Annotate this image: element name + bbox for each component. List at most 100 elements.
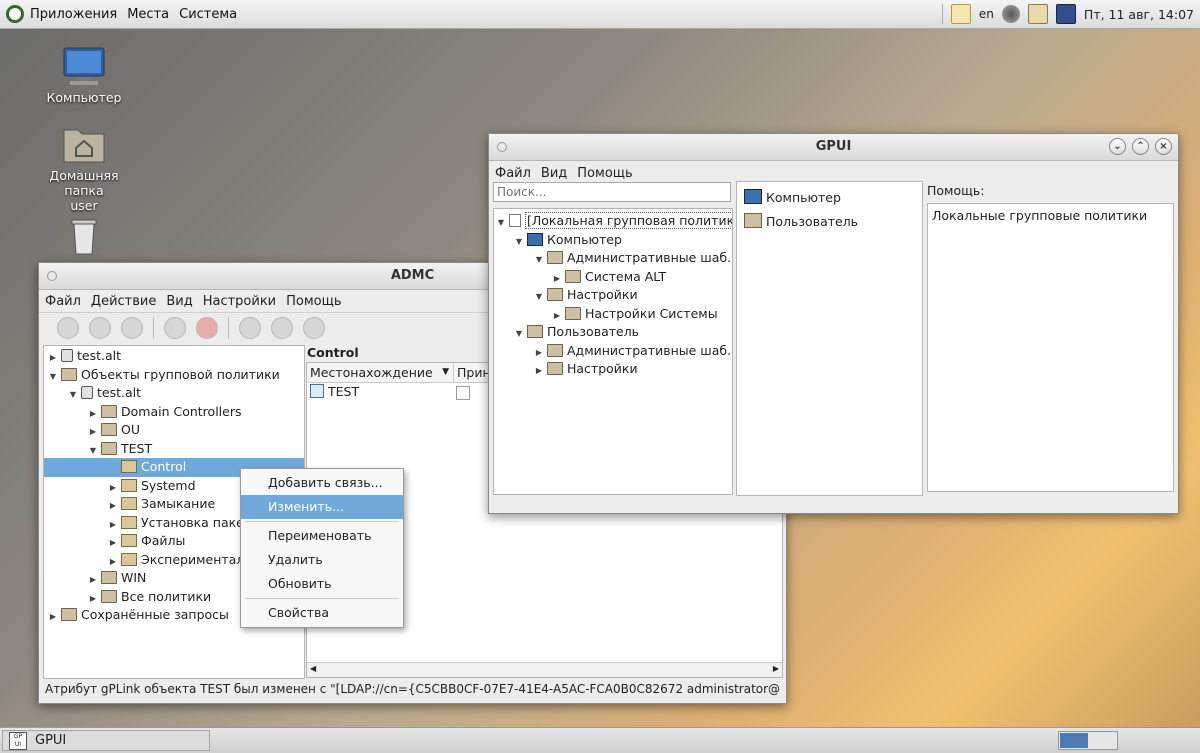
maximize-icon[interactable]: ⌃ <box>1132 138 1149 155</box>
clock[interactable]: Пт, 11 авг, 14:07 <box>1084 7 1194 22</box>
admc-menu-file[interactable]: Файл <box>45 294 81 309</box>
gpui-help-text: Локальные групповые политики <box>932 208 1148 223</box>
folder-icon <box>101 423 117 436</box>
workspace-switcher[interactable] <box>1058 731 1118 750</box>
folder-icon <box>101 441 117 455</box>
gpo-icon <box>121 478 137 492</box>
admc-menu-settings[interactable]: Настройки <box>203 294 276 309</box>
admc-menu-view[interactable]: Вид <box>166 294 192 309</box>
window-menu-icon[interactable] <box>47 271 57 281</box>
gpui-tree-system-settings[interactable]: ▶ Настройки Системы <box>494 305 732 324</box>
gpui-menu-file[interactable]: Файл <box>495 166 531 181</box>
col-location[interactable]: Местонахождение ▼ <box>307 363 454 382</box>
desktop-computer[interactable]: Компьютер <box>29 46 139 105</box>
window-menu-icon[interactable] <box>497 142 507 152</box>
desktop-home-label-2: user <box>70 198 98 213</box>
gpui-tree-user[interactable]: ▼ Пользователь <box>494 323 732 342</box>
expand-arrow-icon[interactable]: ▶ <box>534 362 544 381</box>
tree-label: test.alt <box>77 348 122 363</box>
home-folder-icon <box>62 124 106 164</box>
top-panel: Приложения Места Система en Пт, 11 авг, … <box>0 0 1200 29</box>
server-icon <box>81 386 93 399</box>
tree-item-test[interactable]: ▼ TEST <box>44 440 304 459</box>
close-icon[interactable]: × <box>1155 138 1172 155</box>
scroll-left-icon[interactable]: ◀ <box>310 664 316 673</box>
ctx-separator <box>245 521 399 522</box>
taskbar: GP UI GPUI <box>0 727 1200 753</box>
gpui-tree-admin-templates-c[interactable]: ▼ Административные шаб... <box>494 249 732 268</box>
gpo-icon <box>121 534 137 547</box>
gpui-window: GPUI ⌄ ⌃ × Файл Вид Помощь ▼[Локальная г… <box>488 133 1179 514</box>
gpui-menu-view[interactable]: Вид <box>541 166 567 181</box>
gpui-titlebar[interactable]: GPUI ⌄ ⌃ × <box>489 134 1178 161</box>
ctx-delete[interactable]: Удалить <box>241 548 403 572</box>
enforced-checkbox[interactable] <box>456 386 470 400</box>
refresh-icon[interactable] <box>164 317 186 339</box>
notes-icon[interactable] <box>950 4 971 24</box>
altlinux-logo-icon[interactable] <box>6 5 24 23</box>
ctx-rename[interactable]: Переименовать <box>241 524 403 548</box>
admc-status-bar: Атрибут gPLink объекта TEST был изменен … <box>45 682 780 696</box>
forward-arrow-icon[interactable] <box>121 317 143 339</box>
back-arrow-icon[interactable] <box>89 317 111 339</box>
folder-icon <box>101 571 117 584</box>
folder-icon <box>547 288 563 301</box>
ctx-refresh[interactable]: Обновить <box>241 572 403 596</box>
expand-arrow-icon[interactable]: ▶ <box>48 608 58 627</box>
gpui-app-icon: GP UI <box>9 731 27 750</box>
scroll-right-icon[interactable]: ▶ <box>773 664 779 673</box>
gpui-tree-system-alt[interactable]: ▶ Система ALT <box>494 268 732 287</box>
tree-label: test.alt <box>97 385 142 400</box>
tree-item-ou[interactable]: ▶ OU <box>44 421 304 440</box>
folder-object-icon[interactable] <box>303 317 325 339</box>
menu-applications[interactable]: Приложения <box>30 7 117 22</box>
gpui-tree-settings-c[interactable]: ▼ Настройки <box>494 286 732 305</box>
ctx-add-link[interactable]: Добавить связь... <box>241 471 403 495</box>
gpui-tree-computer[interactable]: ▼ Компьютер <box>494 231 732 250</box>
home-folder-icon <box>744 213 762 228</box>
tree-label: Все политики <box>121 588 212 604</box>
admc-menu-action[interactable]: Действие <box>91 294 156 309</box>
tree-label: Systemd <box>141 477 196 493</box>
keyboard-layout[interactable]: en <box>979 7 994 21</box>
network-icon[interactable] <box>1055 4 1076 24</box>
tree-label: Файлы <box>141 533 186 548</box>
gpui-search-input[interactable] <box>493 182 731 202</box>
up-arrow-icon[interactable] <box>57 317 79 339</box>
gpui-menu-help[interactable]: Помощь <box>577 166 632 181</box>
workspace-1[interactable] <box>1060 733 1088 748</box>
volume-icon[interactable] <box>1001 5 1020 23</box>
menu-places[interactable]: Места <box>127 7 169 22</box>
sort-arrow-icon: ▼ <box>442 367 449 377</box>
menu-system[interactable]: Система <box>179 7 237 22</box>
gpui-item-computer[interactable]: Компьютер <box>737 186 922 210</box>
gpui-item-user[interactable]: Пользователь <box>737 210 922 234</box>
tree-label: OU <box>121 422 140 437</box>
folder-icon <box>61 608 77 621</box>
ctx-separator <box>245 598 399 599</box>
tree-item-domain[interactable]: ▶ test.alt <box>44 347 304 366</box>
admc-title: ADMC <box>390 268 435 283</box>
taskbar-item-gpui[interactable]: GP UI GPUI <box>2 730 210 751</box>
ou-icon <box>310 384 324 398</box>
ctx-edit[interactable]: Изменить... <box>241 495 403 519</box>
tree-item-gpo-container[interactable]: ▼ Объекты групповой политики <box>44 366 304 385</box>
admc-menu-help[interactable]: Помощь <box>286 294 341 309</box>
folder-icon <box>101 589 117 603</box>
ctx-properties[interactable]: Свойства <box>241 601 403 625</box>
computer-icon <box>744 189 762 204</box>
desktop-home[interactable]: Домашняя папка user <box>29 124 139 213</box>
clipboard-icon[interactable] <box>1027 4 1048 24</box>
stop-icon[interactable] <box>196 317 218 339</box>
gpui-tree-settings-u[interactable]: ▶ Настройки <box>494 360 732 379</box>
admc-right-header: Control <box>307 345 359 360</box>
tree-item-domain-controllers[interactable]: ▶ Domain Controllers <box>44 403 304 422</box>
desktop-trash[interactable] <box>29 216 139 260</box>
minimize-icon[interactable]: ⌄ <box>1109 138 1126 155</box>
horizontal-scrollbar[interactable]: ◀ ▶ <box>307 662 782 677</box>
group-icon[interactable] <box>271 317 293 339</box>
gpui-tree-admin-templates-u[interactable]: ▶ Административные шаб... <box>494 342 732 361</box>
gpui-tree-root[interactable]: ▼ [Локальная групповая политика] <box>494 212 732 231</box>
user-icon[interactable] <box>239 317 261 339</box>
tree-item-gpo-domain[interactable]: ▼ test.alt <box>44 384 304 403</box>
